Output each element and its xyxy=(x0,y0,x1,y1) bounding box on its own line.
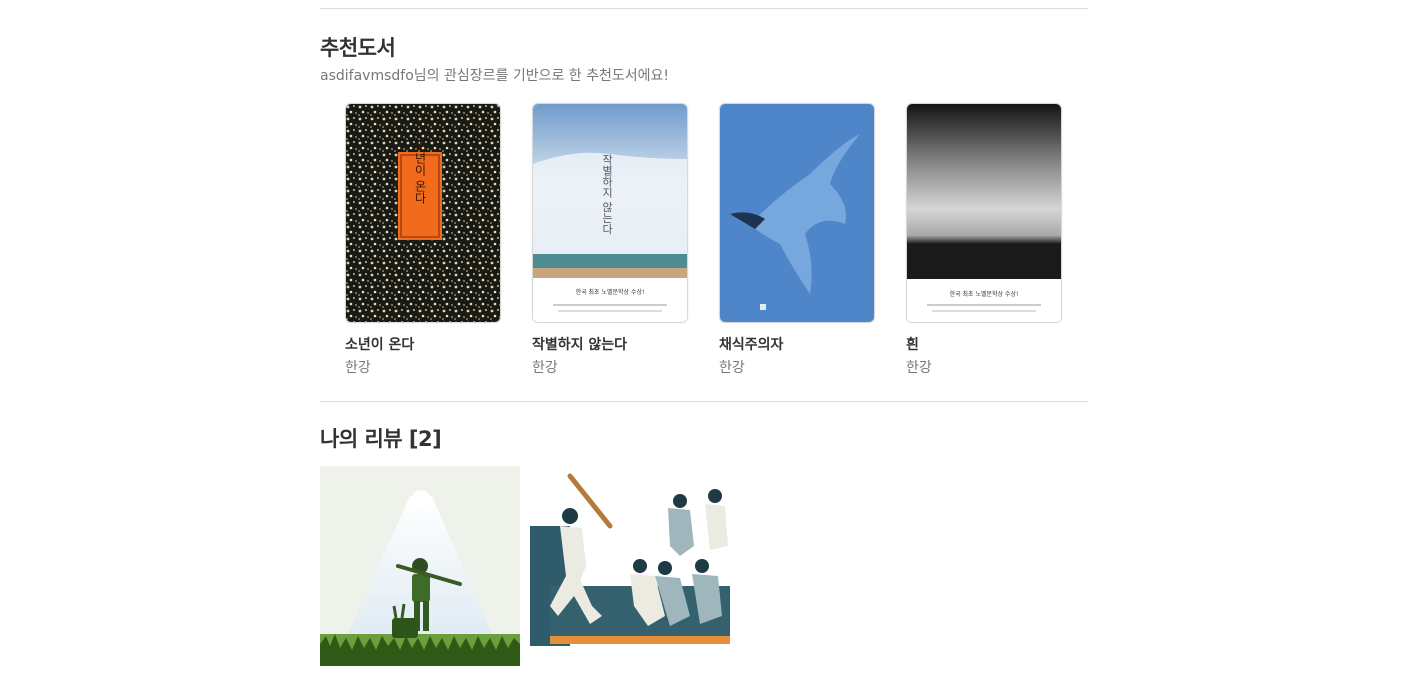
book-card[interactable]: 작별하지 않는다 한국 최초 노벨문학상 수상! 작별하지 않는다 한강 xyxy=(532,103,688,377)
book-card[interactable]: 소년이 온다 소년이 온다 한강 xyxy=(345,103,501,377)
book-cover[interactable] xyxy=(719,103,875,323)
svg-text:작별하지 않는다: 작별하지 않는다 xyxy=(601,153,614,234)
book-card[interactable]: 한국 최초 노벨문학상 수상! 흰 한강 xyxy=(906,103,1062,377)
review-thumbnail[interactable] xyxy=(530,466,730,666)
top-divider xyxy=(320,8,1088,9)
reviews-title: 나의 리뷰 [2] xyxy=(320,427,442,451)
book-author: 한강 xyxy=(719,360,745,376)
book-cover[interactable]: 작별하지 않는다 한국 최초 노벨문학상 수상! xyxy=(532,103,688,323)
book-title[interactable]: 소년이 온다 xyxy=(345,334,501,354)
book-title[interactable]: 흰 xyxy=(906,334,1062,354)
book-title[interactable]: 작별하지 않는다 xyxy=(532,334,688,354)
cover-title: 소년이 온다 xyxy=(413,140,427,204)
book-title[interactable]: 채식주의자 xyxy=(719,334,875,354)
boy-with-bat-image xyxy=(320,466,520,666)
recommend-title: 추천도서 xyxy=(320,36,396,60)
section-divider xyxy=(320,401,1088,402)
svg-text:한국 최초 노벨문학상 수상!: 한국 최초 노벨문학상 수상! xyxy=(950,290,1019,298)
review-thumbnail[interactable] xyxy=(320,466,520,666)
book-author: 한강 xyxy=(532,360,558,376)
book-card[interactable]: 채식주의자 한강 xyxy=(719,103,875,377)
recommend-subtitle: asdifavmsdfo님의 관심장르를 기반으로 한 추천도서에요! xyxy=(320,68,670,84)
book-cover[interactable]: 소년이 온다 xyxy=(345,103,501,323)
book-cover[interactable]: 한국 최초 노벨문학상 수상! xyxy=(906,103,1062,323)
baseball-players-image xyxy=(530,466,730,666)
book-author: 한강 xyxy=(345,360,371,376)
book-author: 한강 xyxy=(906,360,932,376)
svg-text:한국 최초 노벨문학상 수상!: 한국 최초 노벨문학상 수상! xyxy=(576,288,645,296)
